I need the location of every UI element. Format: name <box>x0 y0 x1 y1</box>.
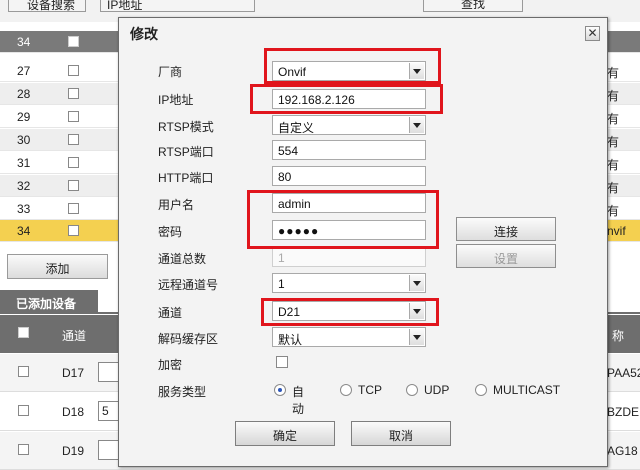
device-header-channel: 通道 <box>62 329 87 343</box>
remote-channel-value: 1 <box>278 277 285 291</box>
rtsp-mode-select[interactable]: 自定义 <box>272 115 426 135</box>
row-right-text: 有 <box>607 89 620 103</box>
row-right-text: 有 <box>607 204 620 218</box>
ok-button[interactable]: 确定 <box>235 421 335 446</box>
row-number: 32 <box>17 179 31 193</box>
radio-auto[interactable] <box>274 384 286 396</box>
chevron-down-icon[interactable] <box>409 275 424 291</box>
row-number: 28 <box>17 87 31 101</box>
modify-dialog: 修改 ✕ 厂商 Onvif IP地址 192.168.2.126 RTSP模式 … <box>118 17 608 467</box>
row-number: 34 <box>17 224 31 238</box>
device-row-checkbox[interactable] <box>18 366 29 377</box>
chevron-down-icon[interactable] <box>409 117 424 133</box>
row-right-text: nvif <box>607 224 626 238</box>
ip-label: IP地址 <box>158 93 194 107</box>
rtsp-mode-label: RTSP模式 <box>158 120 214 134</box>
radio-udp-label: UDP <box>424 383 450 397</box>
row-right-text: 有 <box>607 181 620 195</box>
row-checkbox[interactable] <box>68 180 79 191</box>
row-checkbox[interactable] <box>68 134 79 145</box>
http-port-label: HTTP端口 <box>158 171 214 185</box>
row-number: 30 <box>17 133 31 147</box>
device-row-field[interactable] <box>98 362 120 382</box>
dialog-title-bar: 修改 ✕ <box>119 18 607 48</box>
row-checkbox[interactable] <box>68 111 79 122</box>
connect-button[interactable]: 连接 <box>456 217 556 241</box>
encrypt-label: 加密 <box>158 358 183 372</box>
row-checkbox[interactable] <box>68 157 79 168</box>
device-channel: D17 <box>62 366 85 380</box>
select-all-checkbox[interactable] <box>68 36 79 47</box>
radio-auto-label: 自动 <box>292 385 305 416</box>
add-button[interactable]: 添加 <box>7 254 108 279</box>
channel-label: 通道 <box>158 306 183 320</box>
row-number: 33 <box>17 202 31 216</box>
device-name: BZDE <box>607 405 640 419</box>
row-checkbox[interactable] <box>68 203 79 214</box>
row-checkbox[interactable] <box>68 65 79 76</box>
device-select-all-checkbox[interactable] <box>18 327 29 338</box>
ip-filter-field[interactable]: IP地址 <box>100 0 255 12</box>
channel-total-field: 1 <box>272 247 426 267</box>
row-right-text: 有 <box>607 135 620 149</box>
decode-buffer-value: 默认 <box>278 333 303 347</box>
highlight-box-channel <box>261 298 439 326</box>
radio-tcp[interactable] <box>340 384 352 396</box>
row-number: 27 <box>17 64 31 78</box>
row-number: 31 <box>17 156 31 170</box>
rtsp-mode-value: 自定义 <box>278 121 315 135</box>
radio-multicast[interactable] <box>475 384 487 396</box>
device-row-checkbox[interactable] <box>18 444 29 455</box>
decode-buffer-select[interactable]: 默认 <box>272 327 426 347</box>
row-number: 29 <box>17 110 31 124</box>
device-row-field[interactable] <box>98 440 120 460</box>
radio-tcp-label: TCP <box>358 383 382 397</box>
service-type-label: 服务类型 <box>158 385 207 399</box>
added-devices-tab[interactable]: 已添加设备 <box>0 290 98 314</box>
find-button[interactable]: 查找 <box>423 0 523 12</box>
rtsp-port-label: RTSP端口 <box>158 145 214 159</box>
radio-udp[interactable] <box>406 384 418 396</box>
channel-total-label: 通道总数 <box>158 252 207 266</box>
device-row-field[interactable]: 5 <box>98 401 120 421</box>
device-name: PAA52 <box>607 366 640 380</box>
radio-multicast-label: MULTICAST <box>493 383 561 397</box>
device-channel: D19 <box>62 444 85 458</box>
row-right-text: 有 <box>607 66 620 80</box>
decode-buffer-label: 解码缓存区 <box>158 332 219 346</box>
rtsp-port-field[interactable]: 554 <box>272 140 426 160</box>
row-checkbox[interactable] <box>68 225 79 236</box>
remote-channel-select[interactable]: 1 <box>272 273 426 293</box>
settings-button[interactable]: 设置 <box>456 244 556 268</box>
manufacturer-label: 厂商 <box>158 65 183 79</box>
row-checkbox[interactable] <box>68 88 79 99</box>
row-right-text: 有 <box>607 158 620 172</box>
chevron-down-icon[interactable] <box>409 329 424 345</box>
highlight-box-manufacturer <box>264 48 441 84</box>
password-label: 密码 <box>158 225 183 239</box>
encrypt-checkbox[interactable] <box>276 356 288 368</box>
close-icon[interactable]: ✕ <box>585 26 600 41</box>
device-search-field[interactable]: 设备搜索 <box>8 0 86 12</box>
username-label: 用户名 <box>158 198 195 212</box>
highlight-box-credentials <box>247 190 439 249</box>
cancel-button[interactable]: 取消 <box>351 421 451 446</box>
highlight-box-ip <box>250 84 443 114</box>
header-row-number: 34 <box>17 35 31 49</box>
device-name: AG18 <box>607 444 638 458</box>
device-header-name: 称 <box>612 329 625 343</box>
http-port-field[interactable]: 80 <box>272 166 426 186</box>
remote-channel-label: 远程通道号 <box>158 278 219 292</box>
row-right-text: 有 <box>607 112 620 126</box>
dialog-title: 修改 <box>130 26 158 42</box>
device-channel: D18 <box>62 405 85 419</box>
device-row-checkbox[interactable] <box>18 405 29 416</box>
